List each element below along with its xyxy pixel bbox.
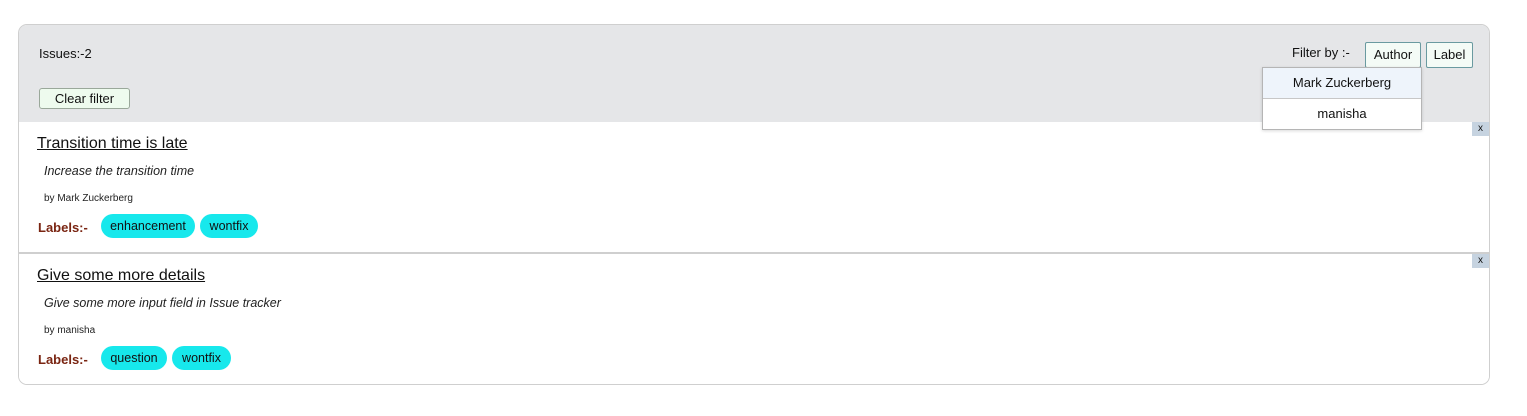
issue-card: Give some more details Give some more in…: [19, 254, 1489, 384]
close-issue-button[interactable]: x: [1472, 122, 1489, 136]
issues-count: Issues:-2: [39, 46, 92, 61]
filter-label-button[interactable]: Label: [1426, 42, 1473, 68]
filter-by-label: Filter by :-: [1292, 45, 1350, 60]
issue-card: Transition time is late Increase the tra…: [19, 122, 1489, 252]
label-tag[interactable]: question: [101, 346, 167, 370]
issue-description: Increase the transition time: [44, 164, 195, 178]
issue-title[interactable]: Give some more details: [37, 267, 205, 285]
dropdown-item-mark-zuckerberg[interactable]: Mark Zuckerberg: [1263, 68, 1421, 99]
label-tag[interactable]: wontfix: [172, 346, 231, 370]
dropdown-item-manisha[interactable]: manisha: [1263, 99, 1421, 129]
author-dropdown: Mark Zuckerberg manisha: [1262, 67, 1422, 130]
issue-author: by manisha: [44, 325, 96, 336]
label-tag[interactable]: wontfix: [200, 214, 258, 238]
clear-filter-button[interactable]: Clear filter: [39, 88, 130, 109]
filter-author-button[interactable]: Author: [1365, 42, 1421, 68]
label-tag[interactable]: enhancement: [101, 214, 195, 238]
issue-description: Give some more input field in Issue trac…: [44, 296, 281, 310]
issue-title[interactable]: Transition time is late: [37, 135, 188, 153]
labels-label: Labels:-: [38, 220, 88, 235]
close-issue-button[interactable]: x: [1472, 254, 1489, 268]
labels-label: Labels:-: [38, 352, 88, 367]
issue-author: by Mark Zuckerberg: [44, 193, 133, 204]
